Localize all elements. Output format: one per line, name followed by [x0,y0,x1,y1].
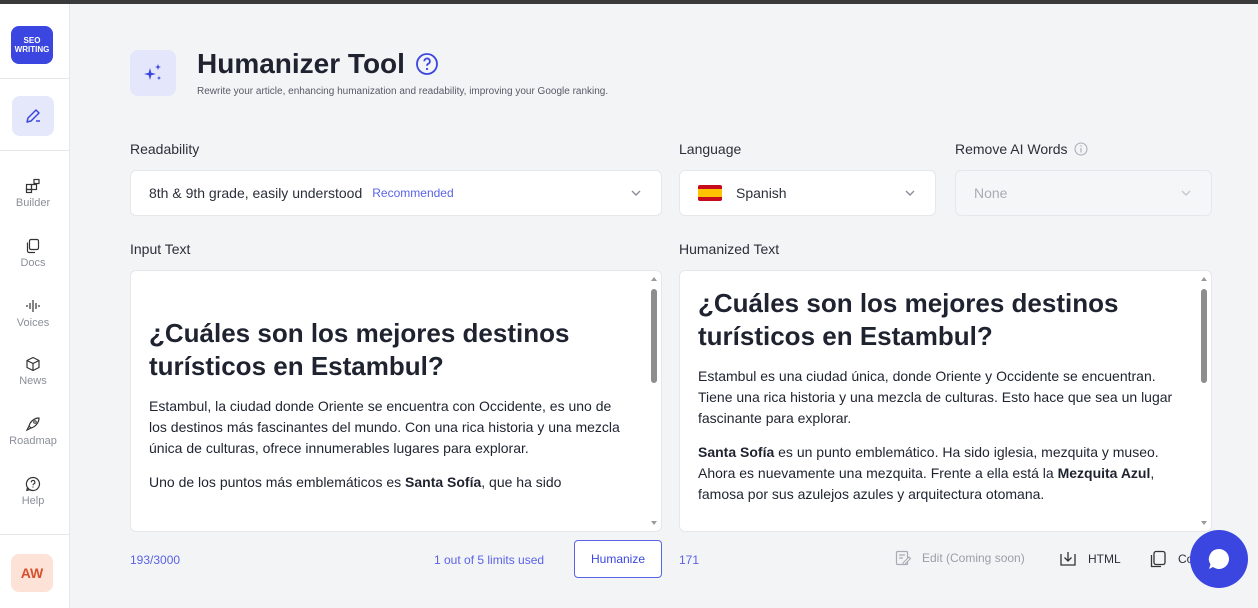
sidebar-item-label: Voices [16,317,50,329]
sidebar-item-label: Roadmap [9,435,57,447]
sidebar-item-label: News [19,375,47,387]
sidebar-item-label: Builder [15,197,51,209]
input-text-area[interactable]: ¿Cuáles son los mejores destinos turísti… [130,270,662,532]
output-scrollbar[interactable] [1197,271,1211,531]
remove-ai-value: None [974,185,1008,201]
input-char-count: 193/3000 [130,553,181,567]
copy-icon [1150,550,1166,568]
sidebar: SEO WRITING Builder Docs Voices News Road… [0,4,70,608]
chevron-down-icon [905,190,915,196]
edit-button[interactable]: Edit (Coming soon) [894,549,1025,567]
sidebar-item-voices[interactable]: Voices [0,298,66,329]
page-title: Humanizer Tool [197,48,439,80]
input-content: ¿Cuáles son los mejores destinos turísti… [149,317,633,493]
chevron-down-icon [1181,190,1191,196]
chat-launcher-button[interactable] [1190,530,1248,588]
humanize-button[interactable]: Humanize [574,540,662,578]
scroll-up-arrow[interactable] [1201,277,1207,281]
sidebar-item-docs[interactable]: Docs [0,238,66,269]
humanized-text-label: Humanized Text [679,241,780,257]
input-heading: ¿Cuáles son los mejores destinos turísti… [149,318,570,381]
input-paragraph: Uno de los puntos más emblemáticos es Sa… [149,474,562,490]
write-button[interactable] [12,96,54,136]
help-circle-icon[interactable] [415,52,439,76]
sidebar-item-help[interactable]: Help [0,476,66,507]
copy-button[interactable]: Co [1148,549,1193,569]
scroll-up-arrow[interactable] [651,277,657,281]
page-subtitle: Rewrite your article, enhancing humaniza… [197,86,609,97]
voices-icon [26,300,40,312]
language-select[interactable]: Spanish [679,170,936,216]
chat-bubble-icon [1208,548,1229,569]
docs-icon [26,238,40,254]
app-logo[interactable]: SEO WRITING [11,26,53,64]
input-text-label: Input Text [130,241,191,257]
edit-button-label: Edit (Coming soon) [922,551,1025,565]
readability-value: 8th & 9th grade, easily understood [149,185,363,201]
sidebar-divider [0,534,70,535]
rocket-icon [25,417,40,432]
sidebar-item-label: Docs [20,257,46,269]
remove-ai-label: Remove AI Words [955,141,1088,157]
language-value: Spanish [736,185,787,201]
output-paragraph: Santa Sofía es un punto emblemático. Ha … [698,444,1159,502]
output-heading: ¿Cuáles son los mejores destinos turísti… [698,288,1119,351]
remove-ai-label-text: Remove AI Words [955,141,1068,157]
scroll-down-arrow[interactable] [651,521,657,525]
input-scrollbar[interactable] [647,271,661,531]
scroll-thumb[interactable] [651,289,657,383]
sidebar-item-roadmap[interactable]: Roadmap [0,416,66,447]
scroll-thumb[interactable] [1201,289,1207,383]
scroll-down-arrow[interactable] [1201,521,1207,525]
pen-icon [26,109,40,123]
page-title-text: Humanizer Tool [197,48,405,79]
main-content: Humanizer Tool Rewrite your article, enh… [70,4,1258,608]
recommended-badge: Recommended [372,186,454,200]
language-label: Language [679,141,742,157]
sidebar-item-news[interactable]: News [0,356,66,387]
remove-ai-select[interactable]: None [955,170,1212,216]
sidebar-divider [0,150,70,151]
readability-select[interactable]: 8th & 9th grade, easily understood Recom… [130,170,662,216]
output-char-count: 171 [679,553,700,567]
sparkles-icon [144,64,161,80]
output-paragraph: Estambul es una ciudad única, donde Orie… [698,368,1173,426]
input-paragraph: Estambul, la ciudad donde Oriente se enc… [149,398,620,456]
edit-doc-icon [895,550,912,566]
humanized-text-area[interactable]: ¿Cuáles son los mejores destinos turísti… [679,270,1212,532]
news-icon [26,356,40,372]
spain-flag-icon [698,185,722,201]
sidebar-divider [0,78,70,79]
chevron-down-icon [631,190,641,196]
avatar[interactable]: AW [11,554,53,592]
sidebar-item-label: Help [21,495,45,507]
download-icon [1060,552,1076,566]
builder-icon [25,178,40,194]
sidebar-item-builder[interactable]: Builder [0,178,66,209]
output-content: ¿Cuáles son los mejores destinos turísti… [698,287,1183,505]
help-icon [25,476,41,492]
header-icon-tile [130,50,176,96]
limits-used: 1 out of 5 limits used [434,553,545,567]
info-icon[interactable] [1074,142,1088,156]
readability-label: Readability [130,141,200,157]
html-button[interactable]: HTML [1058,549,1121,569]
html-button-label: HTML [1088,552,1121,566]
